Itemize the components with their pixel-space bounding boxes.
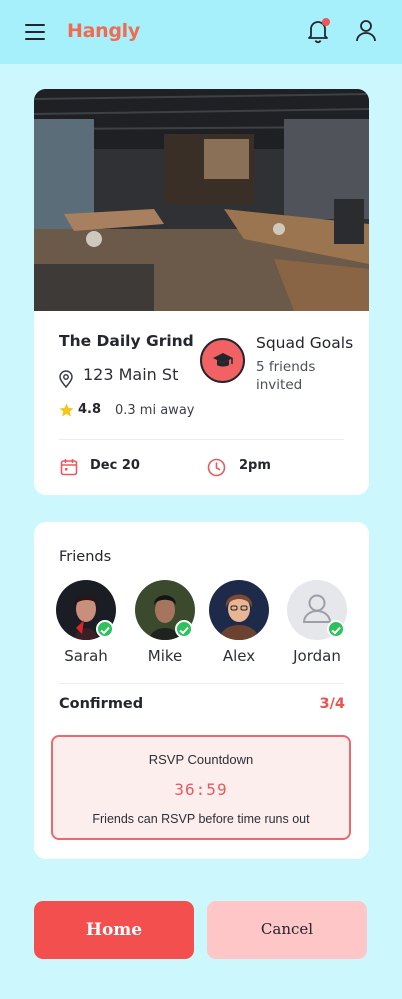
user-icon[interactable] xyxy=(355,19,377,43)
friend-item[interactable]: Sarah xyxy=(51,580,121,670)
home-button-label: Home xyxy=(85,920,143,940)
venue-distance: 0.3 mi away xyxy=(115,403,195,418)
top-app-bar: Hangly xyxy=(0,0,402,64)
bell-icon[interactable] xyxy=(306,18,330,44)
friend-name: Mike xyxy=(147,647,183,665)
friend-item[interactable]: Mike xyxy=(130,580,200,670)
home-button[interactable]: Home xyxy=(34,901,194,959)
friend-item[interactable]: Alex xyxy=(204,580,274,670)
location-pin-icon xyxy=(59,370,73,388)
event-date: Dec 20 xyxy=(90,458,140,473)
confirmed-check-icon xyxy=(175,620,193,638)
venue-card[interactable]: The Daily Grind 123 Main St 4.8 0.3 mi a… xyxy=(34,89,369,495)
clock-icon xyxy=(207,458,226,477)
confirmed-count: 3/4 xyxy=(319,696,345,712)
app-logo[interactable]: Hangly xyxy=(67,20,140,42)
friend-name: Jordan xyxy=(293,647,341,665)
group-name: Squad Goals xyxy=(256,334,354,352)
avatar xyxy=(209,580,269,640)
rsvp-title: RSVP Countdown xyxy=(148,752,254,767)
confirmed-check-icon xyxy=(327,620,345,638)
venue-rating: 4.8 xyxy=(78,402,102,417)
venue-name: The Daily Grind xyxy=(59,332,194,350)
rsvp-timer: 36:59 xyxy=(174,780,228,799)
cancel-button-label: Cancel xyxy=(260,920,314,938)
friend-name: Sarah xyxy=(64,647,108,665)
calendar-icon xyxy=(60,459,78,476)
divider xyxy=(59,439,344,440)
group-avatar[interactable] xyxy=(200,338,245,383)
cancel-button[interactable]: Cancel xyxy=(207,901,367,959)
friends-title: Friends xyxy=(59,549,112,565)
friends-card: Friends Sarah Mike Alex Jordan Confirmed… xyxy=(34,522,369,859)
event-time: 2pm xyxy=(239,458,271,473)
notification-dot xyxy=(322,18,330,26)
confirmed-label: Confirmed xyxy=(59,696,144,712)
hamburger-menu-icon[interactable] xyxy=(25,23,45,41)
venue-address: 123 Main St xyxy=(83,365,179,384)
rsvp-countdown-box: RSVP Countdown 36:59 Friends can RSVP be… xyxy=(51,735,351,840)
confirmed-check-icon xyxy=(96,620,114,638)
friend-item[interactable]: Jordan xyxy=(282,580,352,670)
rsvp-note: Friends can RSVP before time runs out xyxy=(92,812,310,826)
friend-name: Alex xyxy=(222,647,256,665)
group-invite-count: 5 friends invited xyxy=(256,359,316,393)
graduation-cap-icon xyxy=(213,353,233,367)
cafe-interior-photo xyxy=(34,89,369,311)
star-icon xyxy=(59,403,74,417)
divider xyxy=(59,683,344,684)
